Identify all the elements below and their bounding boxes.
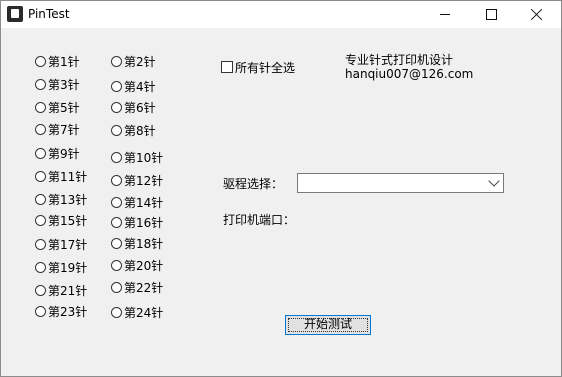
title-bar: PinTest — [1, 1, 561, 28]
pin-label: 第3针 — [48, 77, 80, 92]
pin-radio-22[interactable]: 第22针 — [111, 279, 163, 295]
select-all-checkbox[interactable]: 所有针全选 — [221, 59, 295, 75]
radio-circle — [35, 214, 46, 226]
radio-circle — [111, 174, 122, 186]
pin-radio-3[interactable]: 第3针 — [35, 76, 80, 92]
pin-radio-17[interactable]: 第17针 — [35, 236, 87, 252]
pin-radio-11[interactable]: 第11针 — [35, 168, 87, 184]
radio-circle — [35, 55, 46, 67]
radio-circle — [111, 124, 122, 136]
radio-circle — [35, 147, 46, 159]
start-test-label: 开始测试 — [303, 317, 352, 331]
pin-label: 第7针 — [48, 122, 80, 137]
pin-label: 第23针 — [48, 304, 88, 319]
pin-label: 第16针 — [124, 215, 164, 230]
pin-label: 第14针 — [124, 195, 164, 210]
pin-radio-23[interactable]: 第23针 — [35, 303, 87, 319]
pin-radio-7[interactable]: 第7针 — [35, 121, 80, 137]
app-icon — [7, 6, 23, 22]
pin-label: 第15针 — [48, 213, 88, 228]
pin-label: 第5针 — [48, 100, 80, 115]
checkbox-box — [221, 61, 233, 73]
radio-circle — [111, 55, 122, 67]
chevron-down-icon — [488, 175, 500, 187]
radio-circle — [35, 193, 46, 205]
radio-circle — [35, 284, 46, 296]
app-window: PinTest 第1针 第3针 第5针 第7针 第9针 第11针 第13针 第1… — [0, 0, 562, 377]
pin-label: 第20针 — [124, 258, 164, 273]
pin-radio-5[interactable]: 第5针 — [35, 99, 80, 115]
pin-radio-18[interactable]: 第18针 — [111, 235, 163, 251]
pin-radio-24[interactable]: 第24针 — [111, 304, 163, 320]
info-title: 专业针式打印机设计 — [345, 53, 454, 67]
radio-circle — [35, 238, 46, 250]
close-button[interactable] — [514, 1, 560, 28]
radio-circle — [111, 196, 122, 208]
pin-label: 第11针 — [48, 169, 88, 184]
radio-circle — [35, 101, 46, 113]
pin-label: 第21针 — [48, 283, 88, 298]
pin-radio-2[interactable]: 第2针 — [111, 53, 156, 69]
info-email: hanqiu007@126.com — [345, 67, 474, 81]
select-all-label: 所有针全选 — [235, 60, 296, 75]
window-title: PinTest — [28, 7, 70, 21]
pin-label: 第10针 — [124, 150, 164, 165]
pin-radio-6[interactable]: 第6针 — [111, 99, 156, 115]
pin-radio-4[interactable]: 第4针 — [111, 78, 156, 94]
pin-label: 第13针 — [48, 192, 88, 207]
radio-circle — [111, 259, 122, 271]
pin-radio-14[interactable]: 第14针 — [111, 194, 163, 210]
pin-radio-19[interactable]: 第19针 — [35, 259, 87, 275]
minimize-button[interactable] — [422, 1, 468, 28]
pin-radio-9[interactable]: 第9针 — [35, 145, 80, 161]
pin-label: 第9针 — [48, 146, 80, 161]
radio-circle — [35, 78, 46, 90]
pin-radio-13[interactable]: 第13针 — [35, 191, 87, 207]
pin-label: 第2针 — [124, 54, 156, 69]
pin-radio-8[interactable]: 第8针 — [111, 122, 156, 138]
pin-label: 第17针 — [48, 237, 88, 252]
radio-circle — [111, 281, 122, 293]
radio-circle — [111, 80, 122, 92]
pin-label: 第12针 — [124, 173, 164, 188]
pin-label: 第18针 — [124, 236, 164, 251]
driver-label: 驱程选择： — [223, 177, 284, 191]
pin-radio-15[interactable]: 第15针 — [35, 212, 87, 228]
client-area: 第1针 第3针 第5针 第7针 第9针 第11针 第13针 第15针 第17针 … — [1, 28, 561, 376]
pin-radio-10[interactable]: 第10针 — [111, 149, 163, 165]
driver-select[interactable] — [297, 173, 504, 193]
pin-radio-12[interactable]: 第12针 — [111, 172, 163, 188]
radio-circle — [111, 237, 122, 249]
port-label: 打印机端口： — [223, 213, 296, 227]
radio-circle — [111, 306, 122, 318]
pin-label: 第8针 — [124, 123, 156, 138]
pin-label: 第22针 — [124, 280, 164, 295]
maximize-icon — [486, 9, 497, 20]
maximize-button[interactable] — [468, 1, 514, 28]
radio-circle — [35, 305, 46, 317]
start-test-button[interactable]: 开始测试 — [285, 315, 371, 335]
pin-radio-20[interactable]: 第20针 — [111, 257, 163, 273]
pin-radio-1[interactable]: 第1针 — [35, 53, 80, 69]
pin-radio-16[interactable]: 第16针 — [111, 214, 163, 230]
radio-circle — [111, 151, 122, 163]
pin-label: 第1针 — [48, 54, 80, 69]
pin-label: 第24针 — [124, 305, 164, 320]
pin-label: 第4针 — [124, 79, 156, 94]
pin-label: 第6针 — [124, 100, 156, 115]
minimize-icon — [440, 14, 450, 15]
radio-circle — [35, 261, 46, 273]
radio-circle — [111, 101, 122, 113]
radio-circle — [111, 216, 122, 228]
radio-circle — [35, 123, 46, 135]
pin-radio-21[interactable]: 第21针 — [35, 282, 87, 298]
pin-label: 第19针 — [48, 260, 88, 275]
radio-circle — [35, 170, 46, 182]
close-icon — [530, 8, 543, 21]
